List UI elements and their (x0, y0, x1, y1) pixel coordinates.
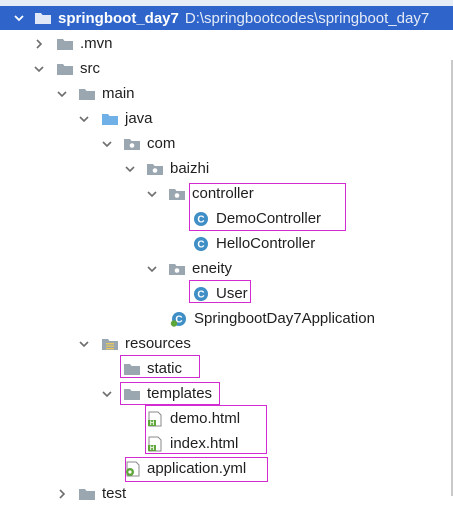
chevron-down-icon[interactable] (32, 62, 46, 76)
tree-label-index-html: index.html (170, 435, 239, 452)
tree-label-user: User (216, 285, 248, 302)
project-name: springboot_day7 (58, 9, 179, 27)
chevron-right-icon[interactable] (55, 487, 69, 501)
tree-label-test: test (102, 485, 127, 502)
html-file-icon (146, 436, 164, 452)
tree-row-application-class[interactable]: SpringbootDay7Application (0, 306, 453, 331)
tree-row-static[interactable]: static (0, 356, 453, 381)
package-icon (146, 161, 164, 177)
tree-label-eneity: eneity (192, 260, 233, 277)
tree-row-controller[interactable]: controller (0, 181, 453, 206)
tree-label-com: com (147, 135, 176, 152)
project-path: D:\springbootcodes\springboot_day7 (184, 9, 430, 27)
folder-icon (78, 86, 96, 102)
tree-label-hello-controller: HelloController (216, 235, 316, 252)
spring-boot-class-icon (170, 311, 188, 327)
tree-row-java[interactable]: java (0, 106, 453, 131)
tree-row-templates[interactable]: templates (0, 381, 453, 406)
tree-label-java: java (125, 110, 153, 127)
tree-label-application-yml: application.yml (147, 460, 247, 477)
tree-row-hello-controller[interactable]: HelloController (0, 231, 453, 256)
tree-row-demo-controller[interactable]: DemoController (0, 206, 453, 231)
html-file-icon (146, 411, 164, 427)
tree-label-baizhi: baizhi (170, 160, 210, 177)
tree-label-src: src (80, 60, 100, 77)
chevron-down-icon[interactable] (55, 87, 69, 101)
project-folder-icon (34, 10, 52, 26)
tree-label-mvn: .mvn (80, 35, 113, 52)
chevron-down-icon[interactable] (123, 162, 137, 176)
chevron-down-icon[interactable] (100, 137, 114, 151)
tree-row-src[interactable]: src (0, 56, 453, 81)
package-icon (168, 186, 186, 202)
tree-row-mvn[interactable]: .mvn (0, 31, 453, 56)
source-folder-icon (101, 111, 119, 127)
class-icon (192, 211, 210, 227)
tree-label-templates: templates (147, 385, 213, 402)
folder-icon (123, 361, 141, 377)
chevron-down-icon[interactable] (12, 11, 26, 25)
package-icon (168, 261, 186, 277)
folder-icon (78, 486, 96, 502)
tree-row-resources[interactable]: resources (0, 331, 453, 356)
tree-row-test[interactable]: test (0, 481, 453, 506)
tree-label-demo-controller: DemoController (216, 210, 322, 227)
tree-row-index-html[interactable]: index.html (0, 431, 453, 456)
class-icon (192, 286, 210, 302)
tree-label-static: static (147, 360, 183, 377)
resources-folder-icon (101, 336, 119, 352)
tree-row-application-yml[interactable]: application.yml (0, 456, 453, 481)
tree-row-com[interactable]: com (0, 131, 453, 156)
chevron-down-icon[interactable] (145, 187, 159, 201)
yaml-file-icon (124, 461, 142, 477)
tree-label-resources: resources (125, 335, 191, 352)
tree-row-eneity[interactable]: eneity (0, 256, 453, 281)
tree-row-user[interactable]: User (0, 281, 453, 306)
package-icon (123, 136, 141, 152)
tree-row-project[interactable]: springboot_day7 D:\springbootcodes\spring… (0, 6, 453, 30)
chevron-down-icon[interactable] (145, 262, 159, 276)
tree-label-main: main (102, 85, 135, 102)
chevron-down-icon[interactable] (77, 337, 91, 351)
tree-row-main[interactable]: main (0, 81, 453, 106)
tree-label-demo-html: demo.html (170, 410, 241, 427)
tree-label-controller: controller (192, 185, 254, 202)
tree-row-demo-html[interactable]: demo.html (0, 406, 453, 431)
folder-icon (56, 36, 74, 52)
class-icon (192, 236, 210, 252)
chevron-down-icon[interactable] (100, 387, 114, 401)
folder-icon (123, 386, 141, 402)
tree-row-baizhi[interactable]: baizhi (0, 156, 453, 181)
chevron-down-icon[interactable] (77, 112, 91, 126)
folder-icon (56, 61, 74, 77)
chevron-right-icon[interactable] (32, 37, 46, 51)
tree-label-application-class: SpringbootDay7Application (194, 310, 375, 327)
